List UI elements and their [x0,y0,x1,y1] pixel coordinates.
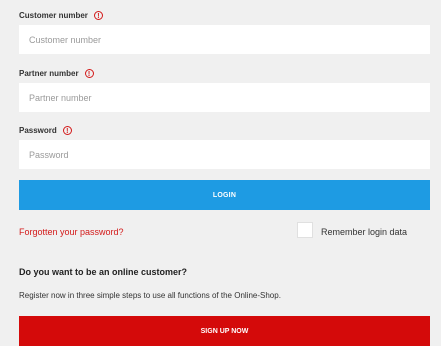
sign-up-button[interactable]: SIGN UP NOW [19,316,430,346]
partner-number-label-text: Partner number [19,68,79,78]
remember-login-label[interactable]: Remember login data [321,227,407,237]
forgot-password-link[interactable]: Forgotten your password? [19,227,124,237]
signup-heading: Do you want to be an online customer? [19,267,188,277]
customer-number-label: Customer number ! [19,9,103,21]
remember-login-checkbox[interactable] [297,222,313,238]
info-icon[interactable]: ! [62,125,72,135]
password-input[interactable] [19,140,430,169]
partner-number-input[interactable] [19,83,430,112]
customer-number-input[interactable] [19,25,430,54]
login-button[interactable]: LOGIN [19,180,430,210]
partner-number-label: Partner number ! [19,67,94,79]
password-label-text: Password [19,125,57,135]
signup-description: Register now in three simple steps to us… [19,291,281,300]
password-label: Password ! [19,124,72,136]
customer-number-label-text: Customer number [19,10,88,20]
info-icon[interactable]: ! [93,10,103,20]
info-icon[interactable]: ! [84,68,94,78]
